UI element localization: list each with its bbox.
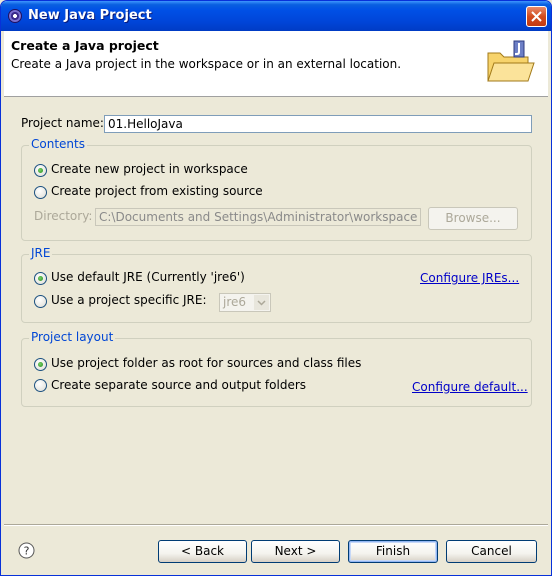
window-title: New Java Project xyxy=(28,8,152,23)
jre-select[interactable]: jre6 xyxy=(219,293,271,312)
browse-button[interactable]: Browse... xyxy=(428,207,518,230)
directory-label: Directory: xyxy=(34,209,93,223)
jre-group: JRE xyxy=(21,246,532,323)
cancel-button[interactable]: Cancel xyxy=(446,540,537,563)
wizard-banner: Create a Java project Create a Java proj… xyxy=(4,31,548,97)
create-from-existing-radio[interactable] xyxy=(34,186,47,199)
default-jre-label[interactable]: Use default JRE (Currently 'jre6') xyxy=(51,270,245,284)
project-name-label: Project name: xyxy=(21,116,104,130)
project-folder-root-radio[interactable] xyxy=(34,358,47,371)
svg-text:?: ? xyxy=(24,545,30,558)
default-jre-radio[interactable] xyxy=(34,272,47,285)
project-layout-legend: Project layout xyxy=(29,330,116,344)
back-button[interactable]: < Back xyxy=(158,540,247,563)
footer-separator xyxy=(4,524,548,526)
configure-jres-link[interactable]: Configure JREs... xyxy=(420,271,519,285)
close-icon xyxy=(531,11,542,22)
configure-default-link[interactable]: Configure default... xyxy=(412,380,528,394)
banner-title: Create a Java project xyxy=(11,38,159,53)
wizard-content: Project name: 01.HelloJava Contents Crea… xyxy=(4,97,548,524)
project-folder-root-label[interactable]: Use project folder as root for sources a… xyxy=(51,356,361,370)
jre-legend: JRE xyxy=(29,246,53,260)
new-java-project-dialog: New Java Project Create a Java project C… xyxy=(0,0,552,576)
project-name-input[interactable]: 01.HelloJava xyxy=(104,115,532,133)
close-button[interactable] xyxy=(526,6,547,27)
chevron-down-icon xyxy=(254,295,269,310)
banner-description: Create a Java project in the workspace o… xyxy=(11,57,402,71)
title-bar[interactable]: New Java Project xyxy=(1,1,551,31)
next-button[interactable]: Next > xyxy=(251,540,340,563)
specific-jre-label[interactable]: Use a project specific JRE: xyxy=(51,293,207,307)
create-new-project-label[interactable]: Create new project in workspace xyxy=(51,162,248,176)
specific-jre-radio[interactable] xyxy=(34,295,47,308)
java-project-folder-icon xyxy=(487,40,535,82)
separate-folders-radio[interactable] xyxy=(34,379,47,392)
jre-select-value: jre6 xyxy=(223,295,247,309)
contents-legend: Contents xyxy=(29,137,87,151)
project-layout-group: Project layout xyxy=(21,330,532,407)
create-new-project-radio[interactable] xyxy=(34,164,47,177)
finish-button[interactable]: Finish xyxy=(348,540,438,563)
separate-folders-label[interactable]: Create separate source and output folder… xyxy=(51,378,306,392)
eclipse-icon xyxy=(8,9,22,23)
directory-input[interactable]: C:\Documents and Settings\Administrator\… xyxy=(95,208,421,226)
help-icon[interactable]: ? xyxy=(18,542,35,559)
create-from-existing-label[interactable]: Create project from existing source xyxy=(51,184,263,198)
